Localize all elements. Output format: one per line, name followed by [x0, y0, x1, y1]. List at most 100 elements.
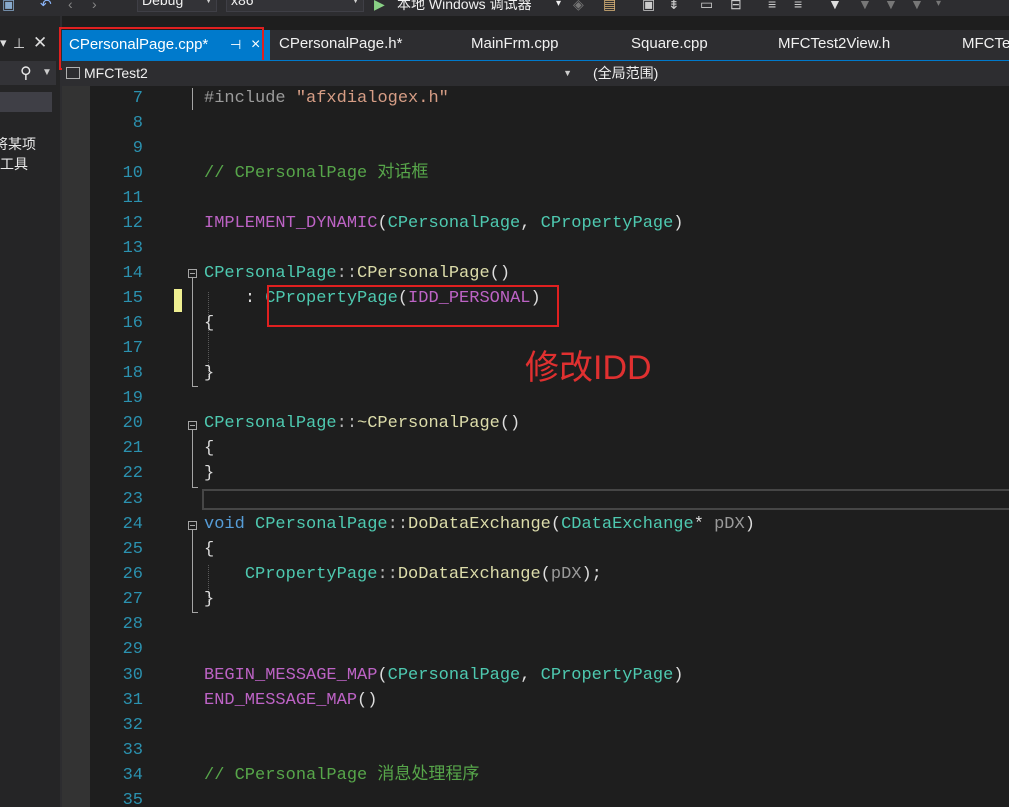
- nav-forward-icon[interactable]: ›: [92, 0, 97, 14]
- window-position-icon[interactable]: ▾: [0, 35, 7, 51]
- pin-icon[interactable]: ⊥: [13, 35, 25, 52]
- code-line: {: [204, 439, 215, 458]
- line-number: 28: [122, 615, 143, 634]
- punctuation: (: [540, 565, 551, 584]
- class-name: CPropertyPage: [540, 666, 674, 685]
- class-name: CDataExchange: [561, 515, 694, 534]
- line-number: 23: [122, 490, 143, 509]
- indent-icon[interactable]: ≡: [794, 0, 802, 14]
- line-number: 10: [122, 164, 143, 183]
- line-number: 31: [122, 691, 143, 710]
- code-line: #include "afxdialogex.h": [204, 86, 449, 111]
- operator: ::: [336, 264, 358, 283]
- toolbar-icon[interactable]: ⇟: [668, 0, 680, 14]
- chevron-down-icon[interactable]: ▼: [42, 67, 52, 78]
- save-icon[interactable]: ▣: [2, 0, 15, 14]
- scope-select[interactable]: (全局范围): [593, 64, 1003, 83]
- project-select[interactable]: MFCTest2 ▼: [66, 64, 572, 83]
- include-path: "afxdialogex.h": [295, 89, 449, 108]
- class-name: CPersonalPage: [387, 214, 521, 233]
- outdent-icon[interactable]: ≡: [768, 0, 776, 14]
- collapse-icon[interactable]: [188, 269, 197, 278]
- punctuation: (): [489, 264, 511, 283]
- bookmark-icon[interactable]: ▼: [828, 0, 842, 14]
- code-comment: // CPersonalPage 对话框: [204, 164, 429, 183]
- code-line: {: [204, 314, 215, 333]
- chevron-down-icon: ▼: [351, 0, 360, 5]
- line-number: 7: [132, 89, 143, 108]
- tab-mfctest2view-h[interactable]: MFCTest2View.h: [778, 30, 890, 58]
- code-line: void CPersonalPage::DoDataExchange(CData…: [204, 512, 755, 537]
- tab-mfctest[interactable]: MFCTe: [962, 30, 1009, 58]
- nav-back-icon[interactable]: ‹: [68, 0, 73, 14]
- start-debug-button[interactable]: 本地 Windows 调试器: [397, 0, 532, 14]
- start-debug-icon[interactable]: ▶: [374, 0, 385, 14]
- code-line: BEGIN_MESSAGE_MAP(CPersonalPage, CProper…: [204, 663, 684, 688]
- chevron-down-icon: ▼: [563, 68, 572, 78]
- platform-select[interactable]: x86 ▼: [226, 0, 364, 12]
- outline-line: [192, 278, 193, 386]
- line-number: 35: [122, 791, 143, 807]
- bookmark-clear-icon[interactable]: ▼: [910, 0, 924, 14]
- outline-end: [192, 487, 198, 488]
- line-number: 22: [122, 464, 143, 483]
- debug-tool-icon[interactable]: ◈: [573, 0, 584, 14]
- toolbar-icon[interactable]: ⊟: [730, 0, 742, 14]
- code-line: CPropertyPage::DoDataExchange(pDX);: [204, 562, 602, 587]
- tab-square-cpp[interactable]: Square.cpp: [631, 30, 708, 58]
- preprocessor-directive: #include: [204, 89, 286, 108]
- configuration-value: Debug: [142, 0, 184, 8]
- line-number: 14: [122, 264, 143, 283]
- find-in-files-icon[interactable]: ▤: [603, 0, 616, 14]
- punctuation: ): [673, 666, 684, 685]
- unsaved-change-marker: [174, 289, 182, 312]
- macro-name: IMPLEMENT_DYNAMIC: [204, 214, 378, 233]
- operator: ::: [336, 414, 358, 433]
- outline-line: [192, 88, 193, 110]
- bookmark-next-icon[interactable]: ▼: [884, 0, 898, 14]
- line-number: 30: [122, 666, 143, 685]
- line-number: 11: [122, 189, 143, 208]
- indicator-margin[interactable]: [62, 86, 90, 807]
- search-icon: ⚲: [20, 65, 32, 82]
- class-name: CPersonalPage: [204, 414, 337, 433]
- class-name: CPersonalPage: [204, 264, 337, 283]
- tab-cpersonalpage-h[interactable]: CPersonalPage.h*: [279, 30, 402, 58]
- punctuation: ,: [520, 214, 541, 233]
- line-number: 24: [122, 515, 143, 534]
- function-name: ~CPersonalPage: [357, 414, 500, 433]
- close-icon[interactable]: ✕: [33, 33, 47, 53]
- side-tool-window: ▾ ⊥ ✕ ⚲ ▼ 将某项 工具: [0, 16, 60, 807]
- punctuation: ,: [520, 666, 541, 685]
- chevron-down-icon: ▼: [204, 0, 213, 5]
- search-input[interactable]: ⚲ ▼: [0, 61, 56, 85]
- outline-end: [192, 386, 198, 387]
- punctuation: ): [744, 515, 755, 534]
- chevron-down-icon[interactable]: ▾: [556, 0, 561, 14]
- operator: ::: [377, 565, 398, 584]
- bookmark-prev-icon[interactable]: ▼: [858, 0, 872, 14]
- code-editor[interactable]: 7 8 9 10 11 12 13 14 15 16 17 18 19 20 2…: [62, 86, 1009, 807]
- chevron-down-icon[interactable]: ▾: [936, 0, 941, 14]
- line-number: 19: [122, 389, 143, 408]
- tab-mainfrm-cpp[interactable]: MainFrm.cpp: [471, 30, 559, 58]
- punctuation: (): [357, 691, 378, 710]
- toolbar-icon[interactable]: ▣: [642, 0, 655, 14]
- collapse-icon[interactable]: [188, 421, 197, 430]
- collapse-icon[interactable]: [188, 521, 197, 530]
- line-number: 26: [122, 565, 143, 584]
- parameter: pDX: [714, 515, 745, 534]
- class-name: CPropertyPage: [244, 565, 378, 584]
- punctuation: *: [693, 515, 715, 534]
- line-number: 13: [122, 239, 143, 258]
- punctuation: (: [377, 214, 388, 233]
- current-line-highlight: [202, 489, 1009, 510]
- line-number: 29: [122, 640, 143, 659]
- undo-icon[interactable]: ↶: [40, 0, 52, 14]
- line-number: 9: [132, 139, 143, 158]
- function-name: DoDataExchange: [397, 565, 541, 584]
- punctuation: (): [499, 414, 521, 433]
- parameter: pDX: [550, 565, 582, 584]
- configuration-select[interactable]: Debug ▼: [137, 0, 217, 12]
- toolbar-icon[interactable]: ▭: [700, 0, 713, 14]
